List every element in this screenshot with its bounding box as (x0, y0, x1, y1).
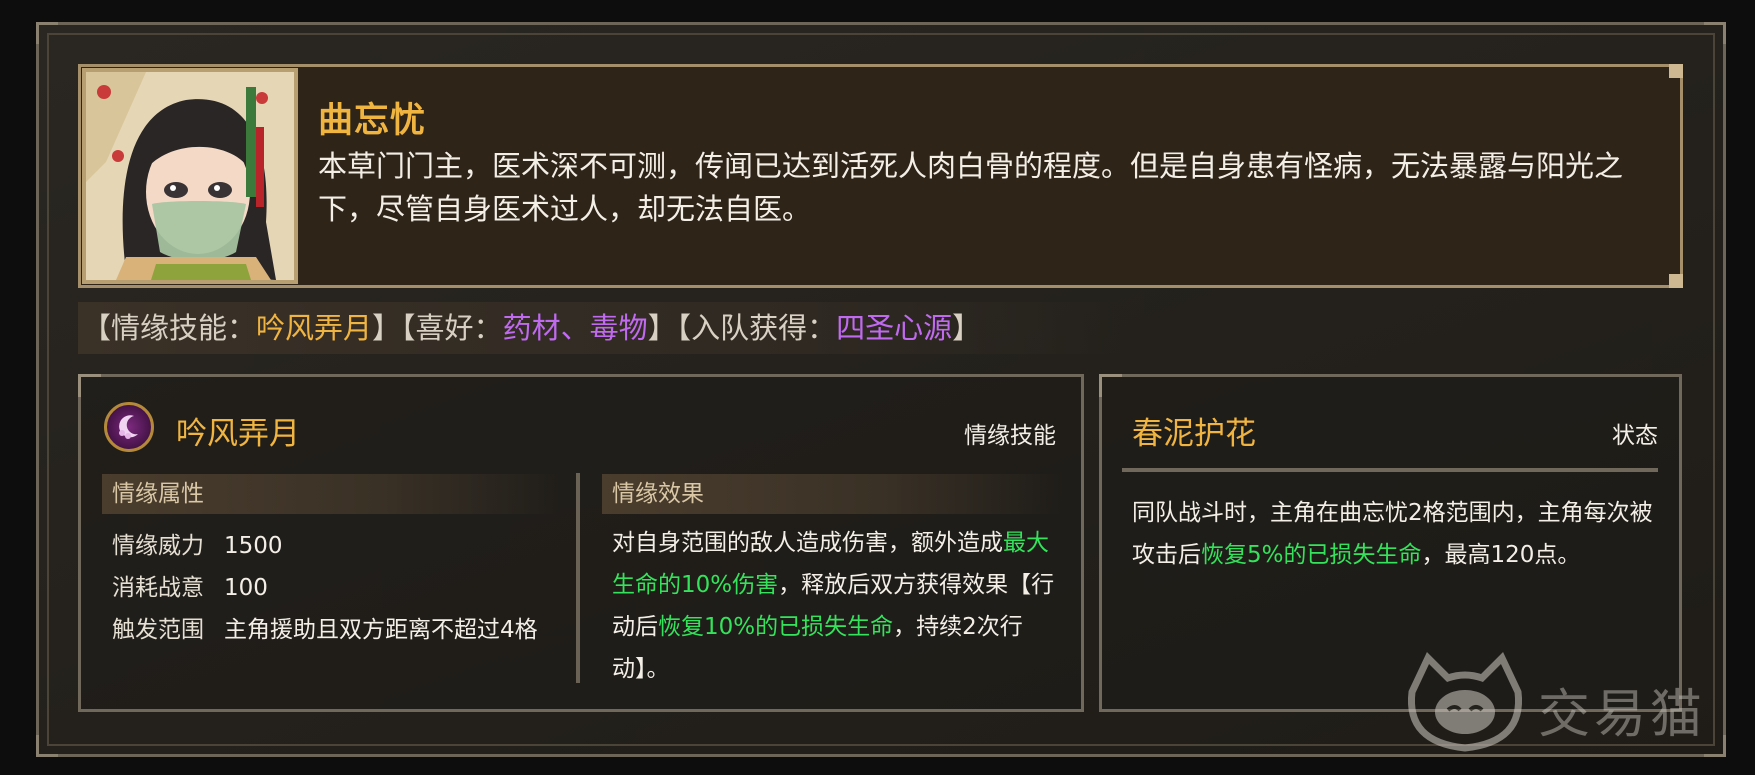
character-portrait (82, 68, 298, 284)
likes-value: 药材、毒物 (502, 311, 648, 345)
attribute-row-cost: 消耗战意 100 (112, 568, 268, 602)
column-divider (576, 473, 580, 683)
effect-text-part: 对自身范围的敌人造成伤害，额外造成 (612, 530, 1003, 556)
info-strip: 【情缘技能：吟风弄月】【喜好：药材、毒物】【入队获得：四圣心源】 (78, 302, 1122, 354)
state-title: 春泥护花 (1132, 416, 1256, 452)
header-corner (1669, 274, 1683, 288)
state-type-label: 状态 (1612, 423, 1658, 449)
cat-logo-icon (1407, 652, 1523, 752)
panel-notch (78, 374, 101, 397)
join-reward-value: 四圣心源 (836, 311, 953, 345)
attribute-value: 100 (224, 575, 268, 601)
effect-highlight: 恢复10%的已损失生命 (658, 614, 894, 640)
effects-header: 情缘效果 (602, 474, 1062, 514)
portrait-art (86, 72, 294, 280)
frame-corner (1704, 22, 1726, 44)
state-divider (1122, 468, 1658, 472)
skill-type-label: 情缘技能 (964, 423, 1056, 449)
skill-title: 吟风弄月 (176, 416, 300, 452)
state-text-part: ，最高120点。 (1421, 542, 1581, 568)
join-prefix: 【入队获得： (676, 311, 837, 345)
frame-corner (1704, 735, 1726, 757)
frame-corner (36, 22, 58, 44)
moon-cloud-glyph (119, 415, 138, 439)
attributes-header: 情缘属性 (102, 474, 562, 514)
attribute-value: 主角援助且双方距离不超过4格 (224, 617, 538, 643)
moon-cloud-icon (104, 402, 154, 452)
character-name: 曲忘忧 (318, 101, 427, 141)
panel-notch (1099, 374, 1122, 397)
attribute-row-power: 情缘威力 1500 (112, 526, 283, 560)
header-corner (1669, 64, 1683, 78)
skill-prefix: 【情缘技能： (82, 311, 257, 345)
attribute-value: 1500 (224, 533, 283, 559)
bond-skill-value: 吟风弄月 (256, 311, 373, 345)
state-effect-text: 同队战斗时，主角在曲忘忧2格范围内，主角每次被攻击后恢复5%的已损失生命，最高1… (1132, 492, 1662, 576)
skill-effect-text: 对自身范围的敌人造成伤害，额外造成最大生命的10%伤害，释放后双方获得效果【行动… (612, 522, 1060, 690)
attribute-row-range: 触发范围 主角援助且双方距离不超过4格 (112, 610, 538, 644)
likes-suffix: 】 (647, 311, 677, 345)
state-highlight: 恢复5%的已损失生命 (1201, 542, 1422, 568)
attribute-label: 情缘威力 (112, 533, 204, 559)
likes-prefix: 【喜好： (401, 311, 503, 345)
attribute-label: 触发范围 (112, 617, 204, 643)
attribute-label: 消耗战意 (112, 575, 204, 601)
character-description: 本草门门主，医术深不可测，传闻已达到活死人肉白骨的程度。但是自身患有怪病，无法暴… (318, 149, 1624, 226)
join-suffix: 】 (952, 311, 982, 345)
watermark-text: 交易猫 (1538, 685, 1707, 745)
skill-suffix: 】 (372, 311, 402, 345)
frame-corner (36, 735, 58, 757)
